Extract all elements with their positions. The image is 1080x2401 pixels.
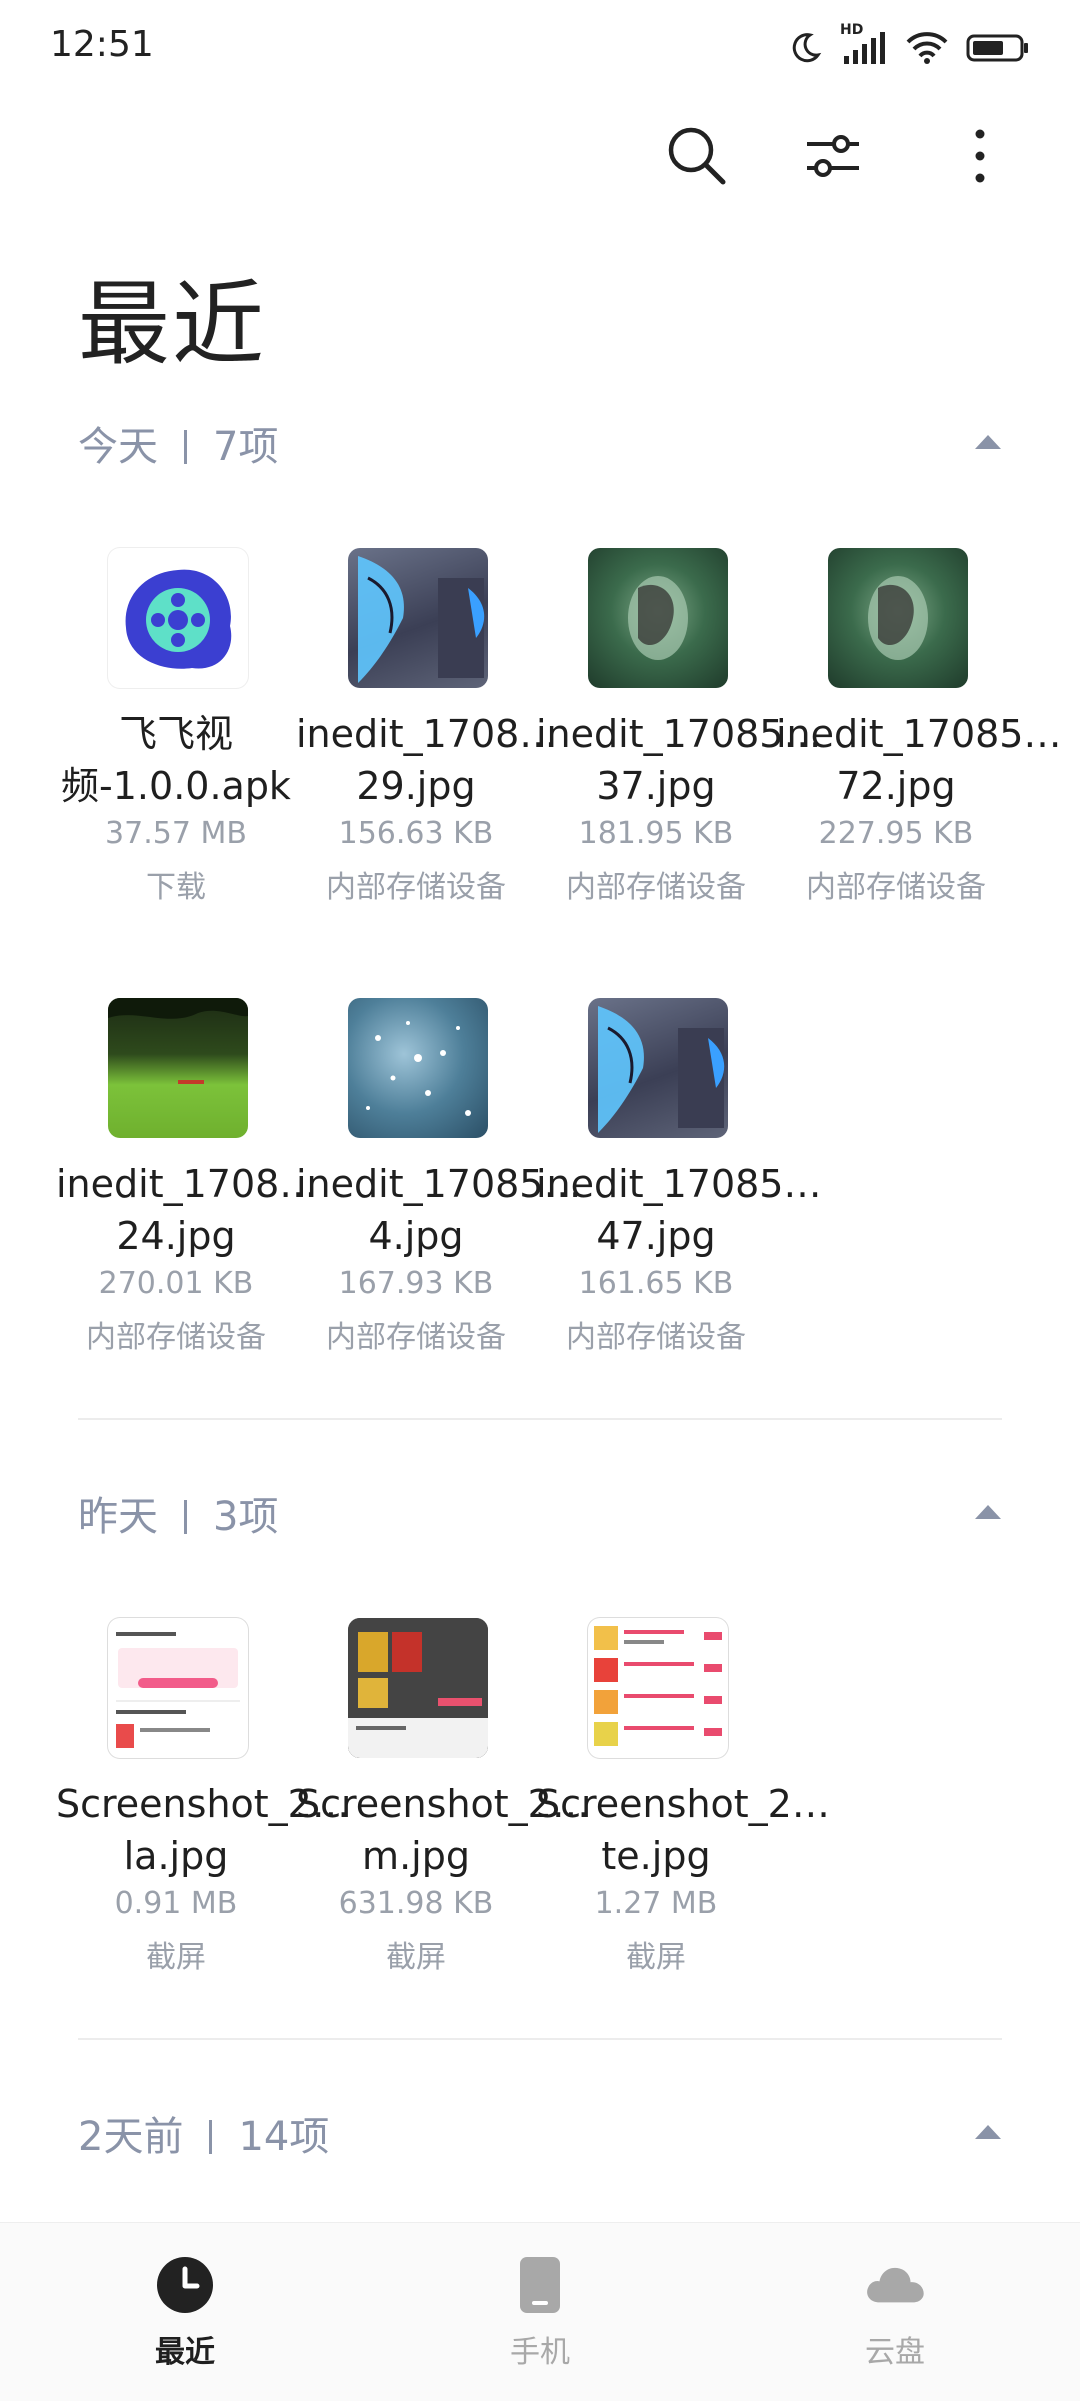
file-size: 167.93 KB — [338, 1266, 494, 1301]
file-name: inedit_17085…37.jpg — [536, 712, 822, 808]
collapse-triangle-icon[interactable] — [968, 1492, 1008, 1532]
wifi-icon — [906, 30, 948, 70]
search-button[interactable] — [661, 122, 733, 194]
screenshot-thumbnail — [588, 1618, 728, 1758]
file-item[interactable]: inedit_17085…72.jpg 227.95 KB 内部存储设备 — [776, 548, 1062, 928]
file-name: Screenshot_2…te.jpg — [536, 1782, 830, 1878]
nav-label: 云盘 — [865, 2335, 925, 2370]
status-bar: 12:51 HD — [0, 0, 1080, 96]
file-location: 截屏 — [626, 1940, 686, 1975]
image-thumbnail — [828, 548, 968, 688]
file-size: 181.95 KB — [578, 816, 734, 851]
file-size: 0.91 MB — [114, 1886, 238, 1921]
file-item[interactable]: inedit_17085…47.jpg 161.65 KB 内部存储设备 — [536, 998, 822, 1378]
screenshot-thumbnail — [108, 1618, 248, 1758]
image-thumbnail — [588, 998, 728, 1138]
more-vertical-icon — [970, 126, 990, 190]
collapse-triangle-icon[interactable] — [968, 2112, 1008, 2152]
file-location: 内部存储设备 — [326, 870, 506, 905]
file-name: inedit_1708…29.jpg — [296, 712, 558, 808]
status-icons: HD — [788, 22, 1030, 72]
file-item[interactable]: inedit_17085…37.jpg 181.95 KB 内部存储设备 — [536, 548, 822, 928]
section-day: 今天 — [78, 424, 158, 470]
file-location: 内部存储设备 — [86, 1320, 266, 1355]
file-item[interactable]: Screenshot_2…m.jpg 631.98 KB 截屏 — [296, 1618, 590, 1998]
nav-tab-phone[interactable]: 手机 — [440, 2253, 640, 2371]
search-icon — [665, 124, 729, 192]
file-name: inedit_17085…72.jpg — [776, 712, 1062, 808]
section-divider — [78, 1418, 1002, 1420]
nav-tab-cloud[interactable]: 云盘 — [795, 2253, 995, 2371]
phone-icon — [508, 2253, 572, 2317]
file-name: inedit_17085…4.jpg — [296, 1162, 582, 1258]
file-size: 156.63 KB — [338, 816, 494, 851]
clock-icon — [153, 2253, 217, 2317]
file-name: 飞飞视频-1.0.0.apk — [61, 712, 291, 808]
section-count: 14项 — [238, 2114, 330, 2160]
top-action-bar — [0, 110, 1080, 200]
cloud-icon — [863, 2253, 927, 2317]
file-item[interactable]: inedit_1708…29.jpg 156.63 KB 内部存储设备 — [296, 548, 558, 928]
image-thumbnail — [588, 548, 728, 688]
file-size: 37.57 MB — [105, 816, 247, 851]
section-day: 2天前 — [78, 2114, 184, 2160]
file-location: 截屏 — [386, 1940, 446, 1975]
file-name: inedit_1708…24.jpg — [56, 1162, 318, 1258]
file-item[interactable]: Screenshot_2…te.jpg 1.27 MB 截屏 — [536, 1618, 830, 1998]
file-name: Screenshot_2…m.jpg — [296, 1782, 590, 1878]
section-header-today[interactable]: 今天 7项 — [78, 400, 1008, 480]
section-count: 3项 — [213, 1494, 279, 1540]
file-size: 227.95 KB — [818, 816, 974, 851]
file-location: 下载 — [146, 870, 206, 905]
sliders-icon — [803, 126, 863, 190]
hd-label: HD — [840, 22, 864, 38]
image-thumbnail — [348, 998, 488, 1138]
battery-icon — [966, 32, 1030, 68]
file-item[interactable]: inedit_17085…4.jpg 167.93 KB 内部存储设备 — [296, 998, 582, 1378]
cell-signal-icon: HD — [840, 22, 888, 72]
file-size: 161.65 KB — [578, 1266, 734, 1301]
status-time: 12:51 — [50, 24, 154, 65]
file-size: 1.27 MB — [594, 1886, 718, 1921]
file-name: Screenshot_2…la.jpg — [56, 1782, 350, 1878]
separator — [184, 1500, 187, 1534]
dnd-moon-icon — [788, 31, 822, 69]
file-size: 631.98 KB — [338, 1886, 494, 1921]
file-location: 内部存储设备 — [566, 1320, 746, 1355]
file-size: 270.01 KB — [98, 1266, 254, 1301]
file-location: 内部存储设备 — [326, 1320, 506, 1355]
file-location: 截屏 — [146, 1940, 206, 1975]
more-options-button[interactable] — [944, 122, 1016, 194]
nav-tab-recent[interactable]: 最近 — [85, 2253, 285, 2371]
file-item[interactable]: Screenshot_2…la.jpg 0.91 MB 截屏 — [56, 1618, 350, 1998]
section-day: 昨天 — [78, 1494, 158, 1540]
section-count: 7项 — [213, 424, 279, 470]
separator — [209, 2120, 213, 2154]
section-header-yesterday[interactable]: 昨天 3项 — [78, 1470, 1008, 1550]
apk-app-icon — [108, 548, 248, 688]
file-item[interactable]: 飞飞视频-1.0.0.apk 37.57 MB 下载 — [56, 548, 296, 928]
page-title: 最近 — [78, 271, 267, 378]
section-divider — [78, 2038, 1002, 2040]
file-location: 内部存储设备 — [806, 870, 986, 905]
section-header-2-days-ago[interactable]: 2天前 14项 — [78, 2090, 1008, 2170]
screenshot-thumbnail — [348, 1618, 488, 1758]
separator — [184, 430, 187, 464]
collapse-triangle-icon[interactable] — [968, 422, 1008, 462]
nav-label: 手机 — [510, 2335, 570, 2370]
file-item[interactable]: inedit_1708…24.jpg 270.01 KB 内部存储设备 — [56, 998, 318, 1378]
image-thumbnail — [108, 998, 248, 1138]
bottom-navigation: 最近 手机 云盘 — [0, 2222, 1080, 2401]
filter-button[interactable] — [797, 122, 869, 194]
file-name: inedit_17085…47.jpg — [536, 1162, 822, 1258]
image-thumbnail — [348, 548, 488, 688]
file-location: 内部存储设备 — [566, 870, 746, 905]
nav-label: 最近 — [155, 2335, 215, 2370]
